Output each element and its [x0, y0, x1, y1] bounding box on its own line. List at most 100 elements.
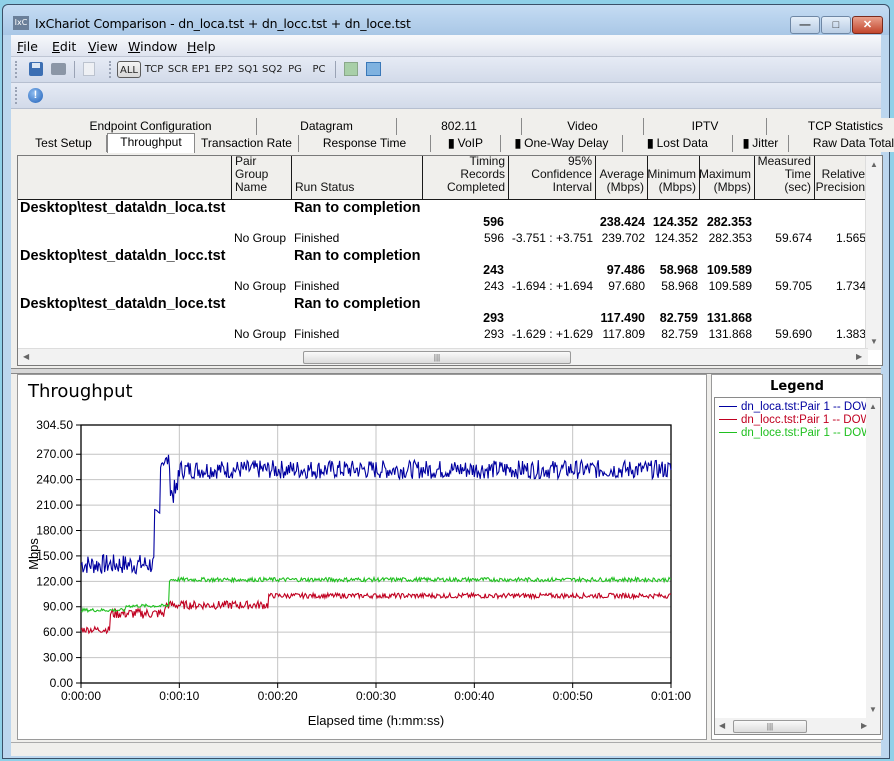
pair-average-cell: 97.680	[608, 279, 645, 293]
menu-help-label: elp	[196, 39, 216, 54]
filter-tcp-button[interactable]: TCP	[143, 61, 165, 78]
filter-pg-button[interactable]: PG	[286, 61, 304, 78]
tab-datagram[interactable]: Datagram	[257, 118, 397, 135]
tab-one-way-delay[interactable]: ▮ One-Way Delay	[501, 135, 623, 152]
tab-lost-data-label: Lost Data	[656, 136, 708, 150]
y-tick-label: 60.00	[43, 625, 73, 639]
legend-item[interactable]: dn_locc.tst:Pair 1 -- DOWN	[719, 414, 880, 427]
upload-icon[interactable]	[366, 62, 381, 76]
grid-horizontal-scrollbar[interactable]: ◀ ||| ▶	[18, 348, 868, 365]
pair-time-cell: 59.705	[775, 279, 812, 293]
col-header-label: Average (Mbps)	[599, 167, 644, 194]
pair-group-cell: No Group	[234, 327, 287, 341]
menu-view[interactable]: View	[88, 39, 118, 54]
col-header-relative-precision[interactable]: Relative Precision	[815, 156, 869, 199]
tab-iptv[interactable]: IPTV	[644, 118, 767, 135]
col-header-average[interactable]: Average (Mbps)	[596, 156, 648, 199]
col-header-label: Minimum (Mbps)	[647, 167, 696, 194]
minimize-button[interactable]: —	[790, 16, 820, 34]
menu-window[interactable]: Window	[128, 39, 177, 54]
col-header-confidence[interactable]: 95% Confidence Interval	[509, 156, 596, 199]
filter-all-button[interactable]: ALL	[117, 61, 141, 78]
tab-voip[interactable]: ▮ VoIP	[431, 135, 501, 152]
col-header-pair-group[interactable]: Pair Group Name	[232, 156, 292, 199]
window-title: IxChariot Comparison - dn_loca.tst + dn_…	[35, 16, 411, 31]
legend-label: dn_loca.tst:Pair 1 -- DOWN	[741, 401, 881, 413]
tab-test-setup[interactable]: Test Setup	[21, 135, 107, 152]
col-header-measured-time[interactable]: Measured Time (sec)	[755, 156, 815, 199]
legend-item[interactable]: dn_loca.tst:Pair 1 -- DOWN	[719, 401, 880, 414]
tab-802-11[interactable]: 802.11	[397, 118, 522, 135]
legend-horizontal-scrollbar[interactable]: ◀ ||| ▶	[715, 718, 880, 734]
col-header-maximum[interactable]: Maximum (Mbps)	[699, 156, 755, 199]
tab-tcp-statistics[interactable]: TCP Statistics	[767, 118, 894, 135]
tab-jitter[interactable]: ▮ Jitter	[733, 135, 789, 152]
menu-window-label: indow	[140, 39, 178, 54]
info-icon[interactable]: !	[28, 88, 43, 103]
scroll-down-icon[interactable]: ▼	[869, 705, 877, 714]
tab-video[interactable]: Video	[522, 118, 644, 135]
y-tick-label: 90.00	[43, 600, 73, 614]
scrollbar-thumb[interactable]: |||	[303, 351, 571, 364]
file-name-cell: Desktop\test_data\dn_loca.tst	[20, 200, 226, 216]
copy-icon[interactable]	[83, 62, 95, 76]
legend-item[interactable]: dn_loce.tst:Pair 1 -- DOWN	[719, 427, 880, 440]
menu-file[interactable]: File	[17, 39, 38, 54]
legend-swatch	[719, 419, 737, 421]
scroll-up-icon[interactable]: ▲	[869, 402, 877, 411]
scroll-up-icon[interactable]: ▲	[870, 160, 878, 169]
filter-scr-button[interactable]: SCR	[167, 61, 189, 78]
toolbar-grip[interactable]	[109, 61, 114, 78]
scroll-left-icon[interactable]: ◀	[719, 721, 725, 730]
scroll-left-icon[interactable]: ◀	[23, 352, 29, 361]
tab-transaction-rate[interactable]: Transaction Rate	[195, 135, 299, 152]
tab-throughput[interactable]: Throughput	[107, 133, 195, 153]
filter-sq2-button[interactable]: SQ2	[262, 61, 283, 78]
legend-vertical-scrollbar[interactable]: ▲ ▼	[866, 398, 880, 718]
y-tick-label: 304.50	[36, 418, 73, 432]
pair-maximum-cell: 282.353	[708, 231, 752, 245]
minimize-icon: —	[799, 19, 811, 31]
col-header-timing-records[interactable]: Timing Records Completed	[423, 156, 509, 199]
menu-help[interactable]: Help	[187, 39, 216, 54]
col-header-label: 95% Confidence Interval	[531, 155, 592, 194]
filter-ep2-button[interactable]: EP2	[214, 61, 234, 78]
filter-pc-button[interactable]: PC	[310, 61, 328, 78]
scroll-right-icon[interactable]: ▶	[856, 352, 862, 361]
col-header-minimum[interactable]: Minimum (Mbps)	[647, 156, 700, 199]
scroll-down-icon[interactable]: ▼	[870, 337, 878, 346]
x-tick-label: 0:00:40	[454, 689, 494, 703]
tab-lost-data[interactable]: ▮ Lost Data	[623, 135, 733, 152]
tab-response-time[interactable]: Response Time	[299, 135, 431, 152]
scroll-right-icon[interactable]: ▶	[861, 721, 867, 730]
maximize-button[interactable]: □	[821, 16, 851, 34]
title-bar[interactable]: IxC IxChariot Comparison - dn_loca.tst +…	[3, 5, 889, 35]
tab-jitter-label: Jitter	[752, 136, 779, 150]
pair-time-cell: 59.690	[775, 327, 812, 341]
pair-precision-cell: 1.565	[835, 231, 866, 245]
tab-raw-data-totals[interactable]: Raw Data Totals	[789, 135, 894, 152]
col-header-name[interactable]	[18, 156, 232, 199]
throughput-chart: 0.00 30.00 60.00 90.00 120.00 150.00 180.00 210…	[26, 418, 691, 728]
print-icon[interactable]	[51, 63, 66, 75]
col-header-run-status[interactable]: Run Status	[292, 156, 423, 199]
toolbar-grip[interactable]	[15, 87, 20, 104]
filter-sq1-button[interactable]: SQ1	[238, 61, 259, 78]
close-button[interactable]: ✕	[852, 16, 883, 34]
save-icon[interactable]	[29, 62, 43, 76]
summary-minimum-cell: 58.968	[659, 263, 698, 277]
menu-edit[interactable]: Edit	[52, 39, 76, 54]
menu-bar: File Edit View Window Help	[11, 35, 881, 57]
export-icon[interactable]	[344, 62, 358, 76]
pair-records-cell: 596	[483, 231, 504, 245]
pair-group-cell: No Group	[234, 231, 287, 245]
x-tick-label: 0:00:10	[159, 689, 199, 703]
grid-vertical-scrollbar[interactable]: ▲ ▼	[865, 156, 882, 350]
legend-swatch	[719, 432, 737, 434]
filter-ep1-button[interactable]: EP1	[191, 61, 211, 78]
scrollbar-thumb[interactable]: |||	[733, 720, 807, 733]
pair-confidence-cell: -3.751 : +3.751	[511, 231, 593, 245]
pair-precision-cell: 1.734	[835, 279, 866, 293]
toolbar-grip[interactable]	[15, 61, 20, 78]
status-bar	[11, 742, 881, 756]
